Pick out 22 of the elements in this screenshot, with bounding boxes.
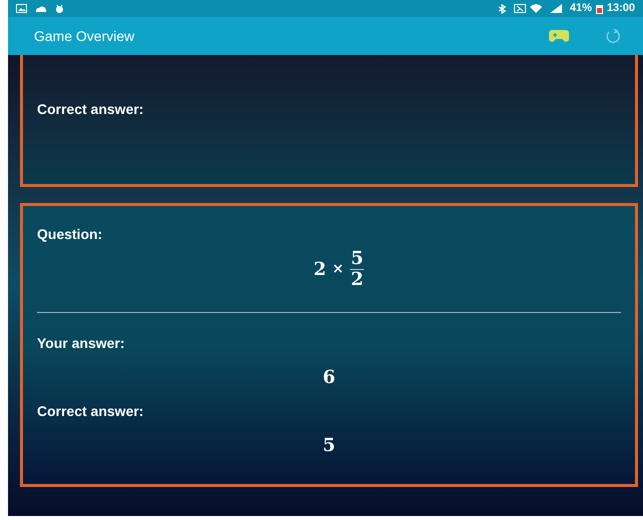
image-icon: [16, 4, 27, 13]
wifi-icon: [530, 4, 542, 13]
app-title: Game Overview: [34, 26, 134, 46]
answer-value: 5: [322, 434, 336, 458]
clock: 13:00: [606, 1, 635, 16]
whole-number: 2: [314, 258, 326, 282]
cloud-icon: [35, 5, 47, 12]
bug-icon: [55, 4, 64, 13]
field-label: Question:: [37, 225, 102, 244]
numerator: 5: [350, 249, 364, 270]
signal-icon: [550, 4, 562, 13]
answer-value: 6: [322, 366, 336, 390]
field-label: Correct answer:: [37, 100, 144, 119]
field-label: Correct answer:: [37, 402, 144, 421]
times-sign: ×: [332, 260, 344, 279]
refresh-icon[interactable]: [605, 29, 621, 43]
battery-icon: [596, 4, 603, 14]
bluetooth-icon: [498, 4, 506, 14]
gamepad-icon[interactable]: [549, 30, 569, 42]
field-label: Your answer:: [37, 334, 125, 353]
denominator: 2: [350, 270, 364, 290]
battery-percent: 41%: [570, 1, 592, 16]
